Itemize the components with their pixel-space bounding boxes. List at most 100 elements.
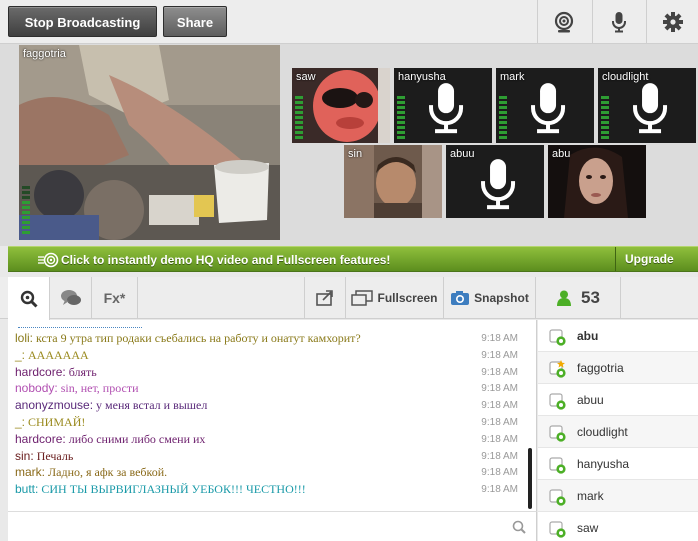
user-list-name: cloudlight: [577, 425, 628, 439]
user-list-name: mark: [577, 489, 604, 503]
chat-message-text: блять: [68, 364, 97, 379]
chat-scrollbar-thumb[interactable]: [528, 448, 532, 509]
chat-message-time: 9:18 AM: [481, 450, 518, 462]
upgrade-now-button[interactable]: Upgrade now!: [615, 247, 698, 290]
chat-message-username[interactable]: loli:: [15, 331, 33, 345]
zoom-icon: [20, 290, 38, 308]
user-list-item[interactable]: cloudlight: [538, 416, 698, 448]
emoticon-icon[interactable]: [512, 520, 526, 534]
microphone-icon: [633, 82, 668, 133]
user-list-item[interactable]: saw: [538, 512, 698, 541]
video-tile-username: abu: [552, 148, 571, 160]
chat-message-time: 9:18 AM: [481, 383, 518, 395]
webcam-icon: [554, 11, 574, 33]
audio-level-meter: [295, 96, 303, 139]
stop-broadcasting-button[interactable]: Stop Broadcasting: [8, 6, 157, 37]
chat-message-username[interactable]: hardcore:: [15, 365, 66, 379]
chat-message: nobody: sin, нет, прости 9:18 AM: [15, 380, 520, 397]
chat-message-username[interactable]: _:: [15, 348, 25, 362]
camera-icon: [451, 291, 470, 305]
chat-message-time: 9:18 AM: [481, 484, 518, 496]
microphone-settings-button[interactable]: [592, 0, 645, 44]
chat-log[interactable]: loli: кста 9 утра тип родаки съебались н…: [8, 320, 537, 511]
webcam-user-icon: [549, 393, 566, 410]
user-list-name: abu: [577, 329, 599, 343]
main-video-username: faggotria: [23, 48, 66, 60]
audio-level-meter: [397, 96, 405, 139]
chat-message-text: либо сними либо смени их: [68, 431, 206, 446]
popout-icon: [316, 290, 333, 306]
effects-button[interactable]: Fx*: [92, 277, 138, 319]
video-tile-abu[interactable]: abu: [548, 145, 646, 218]
popout-button[interactable]: [304, 277, 346, 319]
webcam-user-icon: [549, 457, 566, 474]
user-list-item[interactable]: mark: [538, 480, 698, 512]
chat-message-time: 9:18 AM: [481, 433, 518, 445]
video-tile-abuu[interactable]: abuu: [446, 145, 544, 218]
tinychat-logo-icon: [38, 252, 59, 268]
webcam-user-icon: [549, 360, 566, 378]
snapshot-button[interactable]: Snapshot: [444, 277, 536, 319]
user-list-name: faggotria: [577, 361, 624, 375]
chat-message-text: ААААААА: [28, 347, 89, 362]
user-list-item[interactable]: faggotria: [538, 352, 698, 384]
chat-message-time: 9:18 AM: [481, 400, 518, 412]
user-list-item[interactable]: abu: [538, 320, 698, 352]
user-list-item[interactable]: hanyusha: [538, 448, 698, 480]
user-count: 53: [581, 288, 600, 307]
banner-message: Click to instantly demo HQ video and Ful…: [61, 253, 391, 267]
webcam-user-icon: [549, 329, 566, 346]
chat-message-time: 9:18 AM: [481, 349, 518, 361]
chat-message-time: 9:18 AM: [481, 333, 518, 344]
chat-message-text: Ладно, я афк за вебкой.: [48, 465, 168, 480]
microphone-icon: [531, 82, 566, 133]
chat-message: loli: кста 9 утра тип родаки съебались н…: [15, 330, 520, 347]
chat-message: _: СНИМАЙ! 9:18 AM: [15, 414, 520, 431]
chat-message-input[interactable]: [8, 511, 537, 541]
video-tile-username: saw: [296, 71, 316, 83]
video-tile-cloudlight[interactable]: cloudlight: [598, 68, 696, 143]
main-video-feed[interactable]: faggotria: [19, 45, 280, 240]
chat-message-username[interactable]: hardcore:: [15, 432, 66, 446]
fullscreen-icon: [351, 290, 374, 306]
user-list-name: saw: [577, 521, 599, 535]
video-tile-mark[interactable]: mark: [496, 68, 594, 143]
audio-level-meter: [499, 96, 507, 139]
webcam-user-icon: [549, 489, 566, 506]
private-messages-tab[interactable]: [50, 277, 92, 319]
chat-message-username[interactable]: sin:: [15, 449, 34, 463]
chat-message-username[interactable]: nobody:: [15, 381, 58, 395]
chat-message-username[interactable]: _:: [15, 415, 25, 429]
share-button[interactable]: Share: [163, 6, 227, 37]
chat-search-tab[interactable]: [8, 277, 50, 320]
chat-divider: [18, 321, 142, 328]
chat-message-text: кста 9 утра тип родаки съебались на рабо…: [36, 331, 361, 345]
chat-message-username[interactable]: butt:: [15, 482, 38, 496]
fullscreen-button[interactable]: Fullscreen: [346, 277, 444, 319]
user-count-tab[interactable]: 53: [537, 277, 621, 319]
video-tile-saw[interactable]: saw: [292, 68, 390, 143]
chat-message-time: 9:18 AM: [481, 417, 518, 428]
top-toolbar: Stop Broadcasting Share: [0, 0, 698, 44]
video-feed-image: [19, 45, 280, 240]
chat-message: hardcore: блять 9:18 AM: [15, 364, 520, 381]
video-tile-hanyusha[interactable]: hanyusha: [394, 68, 492, 143]
audio-level-meter: [22, 186, 30, 234]
chat-message-username[interactable]: anonyzmouse:: [15, 398, 93, 412]
snapshot-label: Snapshot: [474, 291, 529, 305]
video-tile-sin[interactable]: sin: [344, 145, 442, 218]
chat-message-username[interactable]: mark:: [15, 465, 45, 479]
upgrade-banner[interactable]: Click to instantly demo HQ video and Ful…: [8, 246, 698, 290]
chat-message: hardcore: либо сними либо смени их 9:18 A…: [15, 431, 520, 448]
video-tile-username: mark: [500, 71, 525, 83]
settings-button[interactable]: [646, 0, 698, 44]
fullscreen-label: Fullscreen: [377, 291, 438, 305]
user-list-item[interactable]: abuu: [538, 384, 698, 416]
microphone-icon: [429, 82, 464, 133]
chat-bubbles-icon: [60, 290, 81, 305]
webcam-user-icon: [549, 425, 566, 442]
chat-message-text: Печаль: [36, 448, 74, 463]
webcam-settings-button[interactable]: [537, 0, 590, 44]
microphone-icon: [481, 158, 516, 209]
chat-message: butt: СИН ТЫ ВЫРВИГЛАЗНЫЙ УЕБОК!!! ЧЕСТН…: [15, 481, 520, 498]
